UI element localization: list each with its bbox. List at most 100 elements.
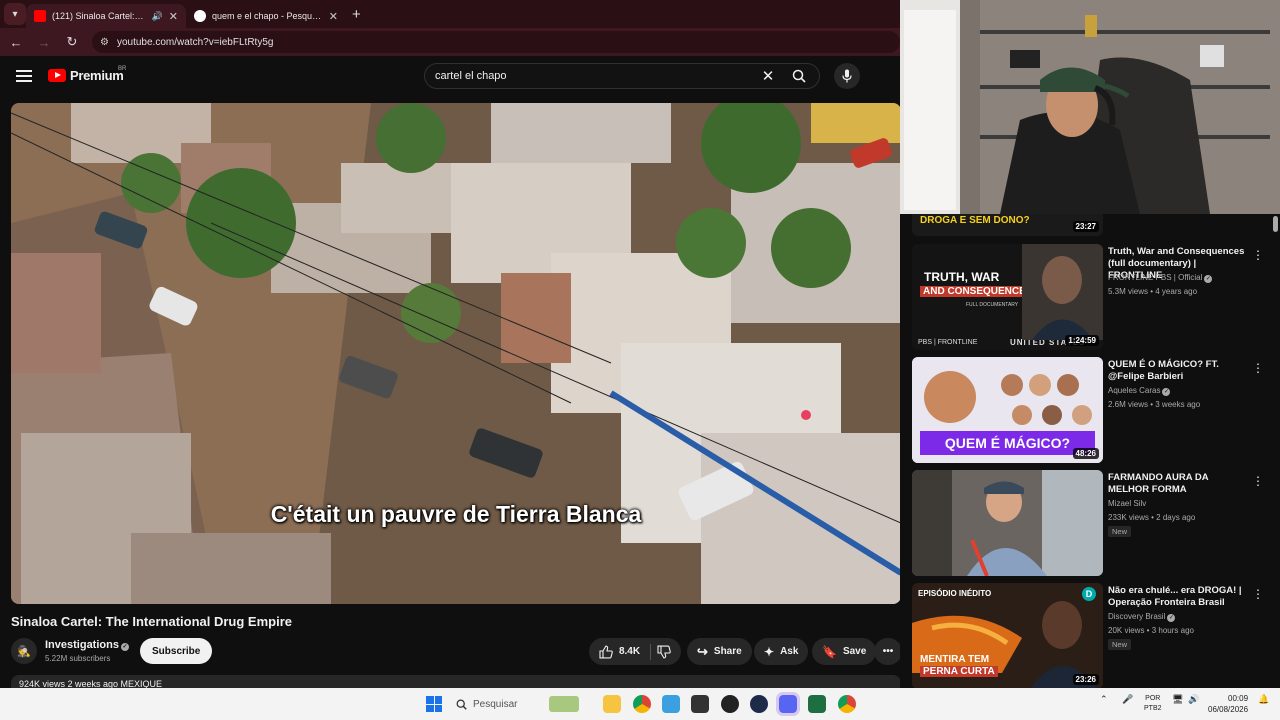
search-button[interactable] xyxy=(779,64,819,88)
url-omnibox[interactable]: ⚙ youtube.com/watch?v=iebFLtRty5g xyxy=(92,31,900,53)
windows-start-icon[interactable] xyxy=(426,696,442,712)
video-channel-name: Mizael Silv xyxy=(1108,499,1147,508)
tab-search-menu-icon[interactable]: ▾ xyxy=(4,3,26,25)
system-clock[interactable]: 00:09 06/08/2026 xyxy=(1208,693,1248,715)
youtube-header: Premium BR ✕ xyxy=(0,56,900,102)
speaker-portrait-image xyxy=(1022,244,1103,340)
video-channel[interactable]: Aqueles Caras ✓ xyxy=(1108,386,1171,396)
video-player[interactable]: C'était un pauvre de Tierra Blanca xyxy=(11,103,901,604)
keyboard-language[interactable]: POR PTB2 xyxy=(1144,694,1162,714)
chrome-profile-icon[interactable] xyxy=(838,695,856,713)
recommendation-item[interactable]: QUEM É MÁGICO? 48:26 QUEM É O MÁGICO? FT… xyxy=(912,357,1272,463)
speaker-icon[interactable]: 🔊 xyxy=(152,11,163,22)
browser-tab-bar: ▾ (121) Sinaloa Cartel: The Internationa… xyxy=(0,0,900,28)
sparkle-icon: ✦ xyxy=(764,644,775,659)
video-thumbnail[interactable] xyxy=(912,470,1103,576)
recommendation-item[interactable]: TRUTH, WAR AND CONSEQUENCES FULL DOCUMEN… xyxy=(912,244,1272,350)
close-tab-icon[interactable]: ✕ xyxy=(169,10,178,23)
share-label: Share xyxy=(713,646,742,657)
clear-search-icon[interactable]: ✕ xyxy=(757,67,779,85)
video-channel[interactable]: FRONTLINE PBS | Official ✓ xyxy=(1108,273,1213,283)
tab-title: quem e el chapo - Pesquisa Google xyxy=(212,11,323,21)
file-explorer-icon[interactable] xyxy=(603,695,621,713)
verified-icon: ✓ xyxy=(1162,388,1171,396)
search-input[interactable] xyxy=(425,70,757,82)
app-arrow-icon[interactable] xyxy=(750,695,768,713)
forward-arrow-icon[interactable]: → xyxy=(36,35,52,50)
app-hexagon-icon[interactable] xyxy=(691,695,709,713)
ask-button[interactable]: ✦ Ask xyxy=(754,638,809,665)
chrome-icon[interactable] xyxy=(633,695,651,713)
recommendation-partial[interactable]: DROGA E SEM DONO? 23:27 xyxy=(912,214,1272,236)
scrollbar-thumb[interactable] xyxy=(1273,216,1278,232)
webcam-feed-image xyxy=(900,0,1280,214)
thumbnail-text: PERNA CURTA xyxy=(920,666,998,677)
network-icon[interactable]: 🖥 xyxy=(1172,694,1183,705)
notification-bell-icon[interactable]: 🔔 xyxy=(1258,694,1269,705)
video-duration: 23:27 xyxy=(1072,221,1099,232)
tab-youtube-video[interactable]: (121) Sinaloa Cartel: The International … xyxy=(26,4,186,28)
site-info-icon[interactable]: ⚙ xyxy=(100,37,109,48)
taskbar-search[interactable]: Pesquisar xyxy=(456,694,594,714)
back-arrow-icon[interactable]: ← xyxy=(8,35,24,50)
youtube-premium-logo[interactable]: Premium xyxy=(48,68,124,83)
thumbnail-text: AND CONSEQUENCES xyxy=(920,286,1036,297)
subscribe-button[interactable]: Subscribe xyxy=(140,638,213,664)
video-thumbnail[interactable]: DROGA E SEM DONO? 23:27 xyxy=(912,214,1103,236)
more-vert-menu-icon[interactable]: ⋮ xyxy=(1252,361,1264,375)
video-title[interactable]: FARMANDO AURA DA MELHOR FORMA xyxy=(1108,472,1248,496)
video-thumbnail[interactable]: EPISÓDIO INÉDITO D MENTIRA TEM PERNA CUR… xyxy=(912,583,1103,688)
more-vert-menu-icon[interactable]: ⋮ xyxy=(1252,587,1264,601)
ask-label: Ask xyxy=(780,646,799,657)
new-tab-plus-icon[interactable]: + xyxy=(352,6,361,23)
close-tab-icon[interactable]: ✕ xyxy=(329,10,338,23)
like-count[interactable]: 8.4K xyxy=(619,646,640,657)
video-title[interactable]: QUEM É O MÁGICO? FT. @Felipe Barbieri xyxy=(1108,359,1248,383)
like-divider xyxy=(650,643,652,660)
volume-icon[interactable]: 🔊 xyxy=(1188,694,1199,705)
channel-name[interactable]: Investigations ✓ xyxy=(45,639,129,651)
discord-icon[interactable] xyxy=(776,692,800,716)
recommendation-item[interactable]: EPISÓDIO INÉDITO D MENTIRA TEM PERNA CUR… xyxy=(912,583,1272,688)
share-button[interactable]: ↪ Share xyxy=(687,638,752,665)
tab-title: (121) Sinaloa Cartel: The International … xyxy=(52,11,146,21)
search-box: ✕ xyxy=(424,63,820,89)
keyboard-layout: PTB2 xyxy=(1144,705,1162,712)
video-stats: 5.3M views • 4 years ago xyxy=(1108,287,1198,296)
video-thumbnail[interactable]: TRUTH, WAR AND CONSEQUENCES FULL DOCUMEN… xyxy=(912,244,1103,350)
thumbnail-overlay-text: DROGA E SEM DONO? xyxy=(920,215,1030,226)
save-button[interactable]: 🔖 Save xyxy=(812,638,877,665)
app-diamond-icon[interactable] xyxy=(662,695,680,713)
video-title[interactable]: Não era chulé... era DROGA! | Operação F… xyxy=(1108,585,1248,609)
streamer-webcam-overlay xyxy=(900,0,1280,214)
sidebar-scrollbar[interactable] xyxy=(1272,214,1278,688)
tray-mic-icon[interactable]: 🎤 xyxy=(1122,694,1133,705)
more-actions-button[interactable]: ••• xyxy=(874,638,902,665)
search-highlight-icon xyxy=(549,696,580,712)
channel-avatar[interactable]: 🕵 xyxy=(11,638,37,664)
reload-icon[interactable]: ↻ xyxy=(64,34,80,50)
video-channel-name: FRONTLINE PBS | Official xyxy=(1108,273,1203,282)
video-description-box[interactable]: 924K views 2 weeks ago MEXIQUE xyxy=(11,675,901,688)
hamburger-menu-icon[interactable] xyxy=(16,70,32,82)
video-duration: 23:26 xyxy=(1072,674,1099,685)
obs-icon[interactable] xyxy=(721,695,739,713)
logo-text: Premium xyxy=(70,68,124,83)
google-favicon-icon xyxy=(194,10,206,22)
tray-chevron-icon[interactable]: ⌃ xyxy=(1100,694,1108,705)
video-channel[interactable]: Discovery Brasil ✓ xyxy=(1108,612,1176,622)
verified-icon: ✓ xyxy=(1167,614,1176,622)
voice-search-button[interactable] xyxy=(834,63,860,89)
recommendation-item[interactable]: FARMANDO AURA DA MELHOR FORMA Mizael Sil… xyxy=(912,470,1272,576)
dislike-thumbs-down-icon[interactable] xyxy=(657,644,671,659)
logo-region-code: BR xyxy=(118,66,127,72)
video-thumbnail[interactable]: QUEM É MÁGICO? 48:26 xyxy=(912,357,1103,463)
like-thumbs-up-icon[interactable] xyxy=(599,644,613,659)
more-vert-menu-icon[interactable]: ⋮ xyxy=(1252,474,1264,488)
more-vert-menu-icon[interactable]: ⋮ xyxy=(1252,248,1264,262)
video-channel[interactable]: Mizael Silv xyxy=(1108,499,1146,508)
tab-google-search[interactable]: quem e el chapo - Pesquisa Google ✕ xyxy=(186,4,346,28)
language-code: POR xyxy=(1145,695,1161,702)
thumbnail-text: QUEM É MÁGICO? xyxy=(920,431,1095,455)
excel-icon[interactable] xyxy=(808,695,826,713)
